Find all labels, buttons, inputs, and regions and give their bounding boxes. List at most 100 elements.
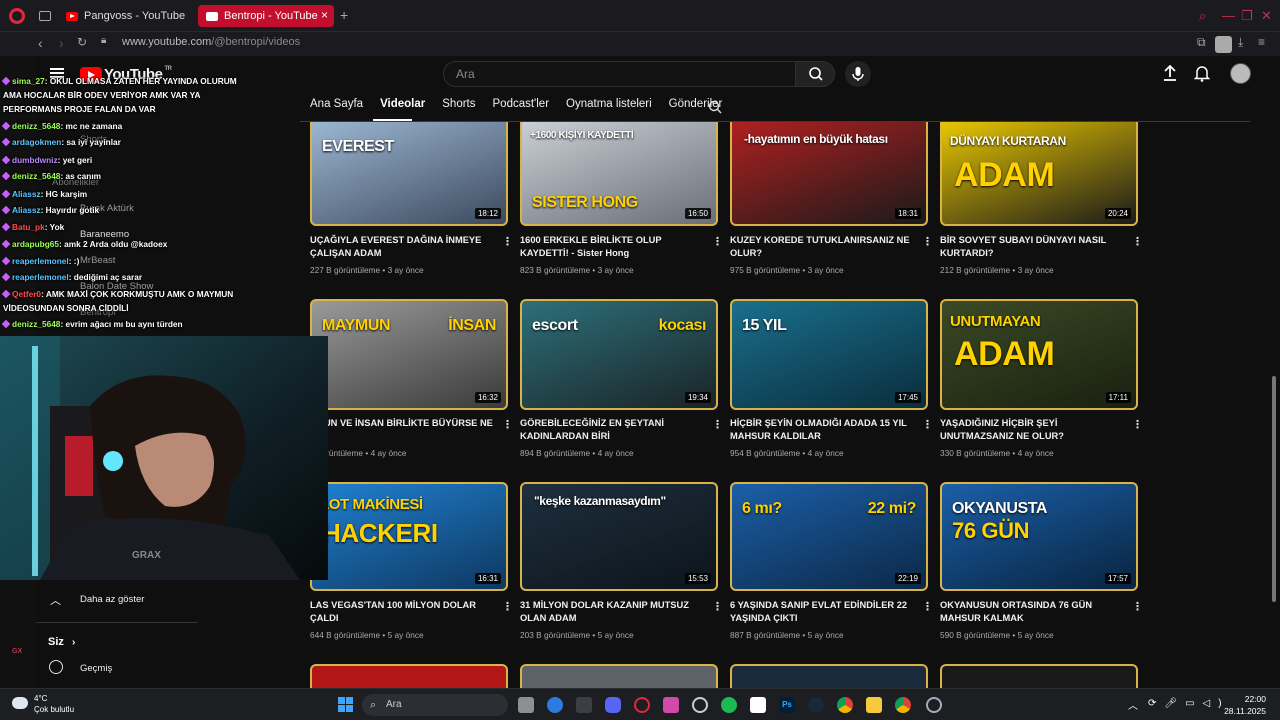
video-options-kebab-icon[interactable]: ⋮ (502, 600, 513, 613)
account-avatar[interactable] (1230, 63, 1251, 84)
video-thumbnail[interactable]: UNUTMAYAN ADAM 17:11 (940, 299, 1138, 410)
photoshop-icon[interactable]: Ps (779, 697, 795, 713)
video-thumbnail[interactable]: OKYANUSTA 76 GÜN 17:57 (940, 482, 1138, 591)
video-options-kebab-icon[interactable]: ⋮ (922, 418, 933, 431)
minimize-button[interactable]: — (1222, 8, 1235, 23)
capcut-icon[interactable] (750, 697, 766, 713)
video-thumbnail[interactable]: -hayatımın en büyük hatası 18:31 (730, 122, 928, 226)
video-thumbnail[interactable]: 6 mı? 22 mi? 22:19 (730, 482, 928, 591)
extensions-icon[interactable]: ⧉ (1197, 35, 1206, 50)
tab-pangvoss[interactable]: Pangvoss - YouTube (58, 5, 194, 27)
video-title[interactable]: LAS VEGAS'TAN 100 MİLYON DOLAR ÇALDI (310, 599, 500, 625)
app-icon[interactable] (576, 697, 592, 713)
tray-icons[interactable]: ⟳🎤︎▭◁) (1148, 698, 1230, 709)
video-options-kebab-icon[interactable]: ⋮ (1132, 235, 1143, 248)
notifications-bell-icon[interactable] (1193, 64, 1211, 87)
video-title[interactable]: 6 YAŞINDA SANIP EVLAT EDİNDİLER 22 YAŞIN… (730, 599, 920, 625)
close-tab-icon[interactable]: × (321, 8, 328, 22)
video-thumbnail[interactable]: LOT MAKİNESİ HACKERI 16:31 (310, 482, 508, 591)
system-clock[interactable]: 22:00 28.11.2025 (1224, 693, 1266, 717)
chrome-icon[interactable] (837, 697, 853, 713)
opera-gx-icon[interactable]: GX (12, 648, 22, 655)
video-thumbnail[interactable]: EVEREST 18:12 (310, 122, 508, 226)
back-icon[interactable]: ‹ (38, 35, 43, 51)
reload-icon[interactable]: ↻ (77, 35, 87, 49)
video-thumbnail[interactable] (730, 664, 928, 688)
tab-videos[interactable]: Videolar (380, 98, 425, 120)
tab-switcher-icon[interactable] (39, 11, 51, 21)
video-options-kebab-icon[interactable]: ⋮ (502, 418, 513, 431)
settings-gear-icon[interactable] (926, 697, 942, 713)
forward-icon[interactable]: › (59, 35, 64, 51)
search-tabs-icon[interactable]: ⌕ (1199, 8, 1206, 24)
start-button-icon[interactable] (338, 697, 353, 712)
video-options-kebab-icon[interactable]: ⋮ (1132, 600, 1143, 613)
task-view-icon[interactable] (518, 697, 534, 713)
video-thumbnail[interactable]: escort kocası 19:34 (520, 299, 718, 410)
url-field[interactable]: www.youtube.com/@bentropi/videos (122, 36, 300, 48)
video-thumbnail[interactable]: "keşke kazanmasaydım" 15:53 (520, 482, 718, 591)
video-options-kebab-icon[interactable]: ⋮ (922, 235, 933, 248)
video-title[interactable]: 1600 ERKEKLE BİRLİKTE OLUP KAYDETTİ! - S… (520, 234, 710, 260)
new-tab-button[interactable]: + (340, 7, 348, 23)
video-title[interactable]: 31 MİLYON DOLAR KAZANIP MUTSUZ OLAN ADAM (520, 599, 710, 625)
tab-shorts[interactable]: Shorts (442, 98, 475, 120)
search-button[interactable] (795, 61, 835, 87)
video-title[interactable]: OKYANUSUN ORTASINDA 76 GÜN MAHSUR KALMAK (940, 599, 1130, 625)
download-icon[interactable]: ⤓ (1238, 35, 1243, 50)
tab-home[interactable]: Ana Sayfa (310, 98, 363, 120)
page-scrollbar[interactable] (1272, 376, 1276, 602)
video-thumbnail[interactable]: 15 YIL 17:45 (730, 299, 928, 410)
file-explorer-icon[interactable] (866, 697, 882, 713)
chevron-up-icon[interactable]: ︿ (50, 592, 61, 608)
maximize-button[interactable]: ❐ (1241, 8, 1253, 24)
weather-icon[interactable] (12, 697, 28, 709)
upload-icon[interactable] (1162, 64, 1178, 87)
video-thumbnail[interactable] (520, 664, 718, 688)
search-input[interactable]: Ara (443, 61, 796, 87)
video-options-kebab-icon[interactable]: ⋮ (922, 600, 933, 613)
video-options-kebab-icon[interactable]: ⋮ (712, 418, 723, 431)
video-title[interactable]: GÖREBİLECEĞİNİZ EN ŞEYTANİ KADINLARDAN B… (520, 417, 710, 443)
close-window-button[interactable]: ✕ (1261, 8, 1272, 24)
app-icon-pink[interactable] (663, 697, 679, 713)
discord-icon[interactable] (605, 697, 621, 713)
voice-search-button[interactable] (845, 61, 871, 87)
video-options-kebab-icon[interactable]: ⋮ (1132, 418, 1143, 431)
video-thumbnail[interactable] (940, 664, 1138, 688)
video-options-kebab-icon[interactable]: ⋮ (502, 235, 513, 248)
profile-avatar-icon[interactable] (1215, 36, 1232, 53)
tab-playlists[interactable]: Oynatma listeleri (566, 98, 652, 120)
spotify-icon[interactable] (721, 697, 737, 713)
video-thumbnail[interactable]: MAYMUN İNSAN 16:32 (310, 299, 508, 410)
show-less-button[interactable]: Daha az göster (80, 594, 144, 605)
opera-logo-icon[interactable] (9, 8, 25, 24)
video-title[interactable]: KUZEY KOREDE TUTUKLANIRSANIZ NE OLUR? (730, 234, 920, 260)
thumbnail-caption-secondary: ADAM (954, 156, 1055, 194)
you-section-title[interactable]: Siz › (48, 636, 75, 648)
video-title[interactable]: YMUN VE İNSAN BİRLİKTE BÜYÜRSE NE R? (310, 417, 500, 443)
video-thumbnail[interactable] (310, 664, 508, 688)
obs-icon[interactable] (692, 697, 708, 713)
weather-widget[interactable]: 4°C Çok bulutlu (34, 693, 74, 715)
sidebar-channel-mrbeast[interactable]: MrBeast (80, 255, 115, 266)
channel-search-icon[interactable] (708, 100, 722, 119)
video-options-kebab-icon[interactable]: ⋮ (712, 235, 723, 248)
video-title[interactable]: UÇAĞIYLA EVEREST DAĞINA İNMEYE ÇALIŞAN A… (310, 234, 500, 260)
taskbar-search[interactable]: ⌕ Ara (362, 694, 508, 716)
video-title[interactable]: YAŞADIĞINIZ HİÇBİR ŞEYİ UNUTMAZSANIZ NE … (940, 417, 1130, 443)
video-options-kebab-icon[interactable]: ⋮ (712, 600, 723, 613)
tray-chevron-up-icon[interactable]: ︿ (1128, 697, 1138, 712)
video-thumbnail[interactable]: DÜNYAYI KURTARAN ADAM 20:24 (940, 122, 1138, 226)
video-title[interactable]: BİR SOVYET SUBAYI DÜNYAYI NASIL KURTARDI… (940, 234, 1130, 260)
video-title[interactable]: HİÇBİR ŞEYİN OLMADIĞI ADADA 15 YIL MAHSU… (730, 417, 920, 443)
steam-icon[interactable] (808, 697, 824, 713)
tab-podcasts[interactable]: Podcast'ler (493, 98, 550, 120)
copilot-icon[interactable] (547, 697, 563, 713)
opera-gx-taskbar-icon[interactable] (634, 697, 650, 713)
sidebar-item-history[interactable]: Geçmiş (80, 663, 112, 674)
tab-bentropi[interactable]: Bentropi - YouTube × (198, 5, 334, 27)
video-thumbnail[interactable]: SISTER HONG +1600 KİŞİYİ KAYDETTİ 16:50 (520, 122, 718, 226)
menu-icon[interactable]: ≡ (1258, 35, 1265, 49)
chrome-icon-2[interactable] (895, 697, 911, 713)
